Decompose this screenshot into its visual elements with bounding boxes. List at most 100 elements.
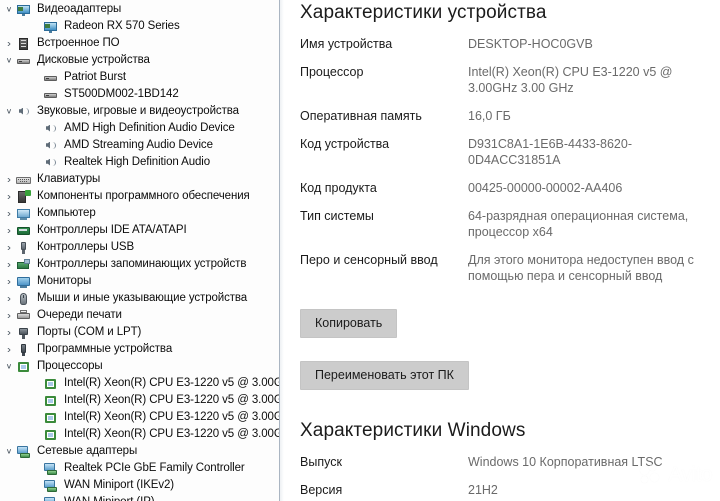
processor-icon (43, 411, 59, 425)
tree-node-label: Контроллеры IDE ATA/ATAPI (37, 224, 187, 236)
tree-node[interactable]: Контроллеры USB (0, 239, 279, 256)
tree-node-label: Компьютер (37, 207, 96, 219)
audio-icon (43, 156, 59, 170)
chevron-down-icon[interactable] (2, 2, 16, 16)
chevron-right-icon[interactable] (2, 342, 16, 357)
tree-node-label: Программные устройства (37, 343, 173, 355)
tree-node-label: AMD High Definition Audio Device (64, 122, 235, 134)
device-manager-tree[interactable]: Видеоадаптеры Radeon RX 570 Series Встроен… (0, 0, 279, 501)
tree-node-label: Контроллеры запоминающих устройств (37, 258, 247, 270)
chevron-right-icon[interactable] (2, 172, 16, 187)
chevron-down-icon[interactable] (2, 104, 16, 118)
tree-node[interactable]: Процессоры (0, 358, 279, 375)
chevron-right-icon[interactable] (2, 36, 16, 51)
spec-label: Код продукта (300, 181, 377, 195)
tree-node[interactable]: AMD Streaming Audio Device (0, 137, 279, 154)
spec-value: Windows 10 Корпоративная LTSC (468, 455, 663, 469)
chevron-down-icon[interactable] (2, 53, 16, 67)
tree-node[interactable]: Realtek PCIe GbE Family Controller (0, 460, 279, 477)
tree-node-label: Контроллеры USB (37, 241, 135, 253)
tree-node[interactable]: Дисковые устройства (0, 52, 279, 69)
spec-row: Процессор Intel(R) Xeon(R) CPU E3-1220 v5… (300, 64, 720, 96)
tree-node[interactable]: Компьютер (0, 205, 279, 222)
tree-node[interactable]: WAN Miniport (IKEv2) (0, 477, 279, 494)
tree-node[interactable]: Radeon RX 570 Series (0, 18, 279, 35)
tree-node[interactable]: AMD High Definition Audio Device (0, 120, 279, 137)
tree-node[interactable]: Звуковые, игровые и видеоустройства (0, 103, 279, 120)
chevron-down-icon[interactable] (2, 444, 16, 458)
tree-node-label: Intel(R) Xeon(R) CPU E3-1220 v5 @ 3.00GH… (64, 411, 279, 423)
tree-node-label: ST500DM002-1BD142 (64, 88, 179, 100)
tree-node[interactable]: Intel(R) Xeon(R) CPU E3-1220 v5 @ 3.00GH… (0, 426, 279, 443)
spec-value: Intel(R) Xeon(R) CPU E3-1220 v5 @ 3.00GH… (468, 65, 673, 95)
tree-node[interactable]: Программные устройства (0, 341, 279, 358)
port-icon (16, 326, 32, 340)
tree-node-label: Сетевые адаптеры (37, 445, 138, 457)
tree-node[interactable]: Встроенное ПО (0, 35, 279, 52)
tree-node-label: Realtek PCIe GbE Family Controller (64, 462, 245, 474)
spec-value: 00425-00000-00002-AA406 (468, 181, 623, 195)
software-device-icon (16, 343, 32, 357)
spec-value: D931C8A1-1E6B-4433-8620-0D4ACC31851A (468, 137, 632, 167)
tree-node-label: Порты (COM и LPT) (37, 326, 142, 338)
tree-node[interactable]: Клавиатуры (0, 171, 279, 188)
network-adapter-icon (43, 496, 59, 501)
spec-row: Версия 21H2 (300, 482, 720, 498)
tree-node-label: WAN Miniport (IP) (64, 494, 155, 501)
tree-node-label: Звуковые, игровые и видеоустройства (37, 105, 239, 117)
tree-node[interactable]: Intel(R) Xeon(R) CPU E3-1220 v5 @ 3.00GH… (0, 375, 279, 392)
spec-label: Имя устройства (300, 37, 393, 51)
chevron-right-icon[interactable] (2, 291, 16, 306)
copy-button[interactable]: Копировать (300, 309, 398, 338)
video-adapter-icon (43, 20, 59, 34)
chevron-right-icon[interactable] (2, 240, 16, 255)
chevron-right-icon[interactable] (2, 206, 16, 221)
tree-node[interactable]: Realtek High Definition Audio (0, 154, 279, 171)
tree-node[interactable]: Контроллеры запоминающих устройств (0, 256, 279, 273)
about-settings-pane: Характеристики устройства Имя устройства… (284, 0, 720, 501)
chevron-right-icon[interactable] (2, 274, 16, 289)
chevron-right-icon[interactable] (2, 308, 16, 323)
spec-label: Выпуск (300, 455, 342, 469)
spec-value: 16,0 ГБ (468, 109, 511, 123)
tree-node[interactable]: Компоненты программного обеспечения (0, 188, 279, 205)
rename-pc-button[interactable]: Переименовать этот ПК (300, 361, 469, 390)
chevron-right-icon[interactable] (2, 257, 16, 272)
tree-node-label: Очереди печати (37, 309, 122, 321)
tree-node-label: Дисковые устройства (37, 54, 150, 66)
tree-node[interactable]: Контроллеры IDE ATA/ATAPI (0, 222, 279, 239)
chevron-right-icon[interactable] (2, 223, 16, 238)
chevron-right-icon[interactable] (2, 189, 16, 204)
spec-value: DESKTOP-HOC0GVB (468, 37, 593, 51)
tree-node-label: Radeon RX 570 Series (64, 20, 180, 32)
windows-specifications-list: Выпуск Windows 10 Корпоративная LTSC Верси… (300, 454, 720, 501)
tree-node[interactable]: Intel(R) Xeon(R) CPU E3-1220 v5 @ 3.00GH… (0, 392, 279, 409)
tree-node[interactable]: ST500DM002-1BD142 (0, 86, 279, 103)
tree-node[interactable]: Порты (COM и LPT) (0, 324, 279, 341)
tree-node-label: Intel(R) Xeon(R) CPU E3-1220 v5 @ 3.00GH… (64, 428, 279, 440)
disk-drive-icon (43, 71, 59, 85)
tree-node-label: Мыши и иные указывающие устройства (37, 292, 248, 304)
spec-row: Оперативная память 16,0 ГБ (300, 108, 720, 124)
processor-icon (43, 394, 59, 408)
audio-icon (16, 105, 32, 119)
tree-node[interactable]: WAN Miniport (IP) (0, 494, 279, 501)
spec-row: Выпуск Windows 10 Корпоративная LTSC (300, 454, 720, 470)
device-specifications-list: Имя устройства DESKTOP-HOC0GVB Процессор In… (300, 36, 720, 284)
tree-node[interactable]: Intel(R) Xeon(R) CPU E3-1220 v5 @ 3.00GH… (0, 409, 279, 426)
spec-row: Код устройства D931C8A1-1E6B-4433-8620-0D… (300, 136, 720, 168)
spec-label: Тип системы (300, 209, 374, 223)
spec-label: Код устройства (300, 137, 390, 151)
firmware-icon (16, 37, 32, 51)
spec-label: Перо и сенсорный ввод (300, 253, 438, 267)
tree-node[interactable]: Очереди печати (0, 307, 279, 324)
tree-node[interactable]: Мониторы (0, 273, 279, 290)
tree-node[interactable]: Сетевые адаптеры (0, 443, 279, 460)
chevron-down-icon[interactable] (2, 359, 16, 373)
spec-row: Имя устройства DESKTOP-HOC0GVB (300, 36, 720, 52)
chevron-right-icon[interactable] (2, 325, 16, 340)
tree-node[interactable]: Мыши и иные указывающие устройства (0, 290, 279, 307)
tree-node[interactable]: Видеоадаптеры (0, 1, 279, 18)
keyboard-icon (16, 173, 32, 187)
tree-node[interactable]: Patriot Burst (0, 69, 279, 86)
